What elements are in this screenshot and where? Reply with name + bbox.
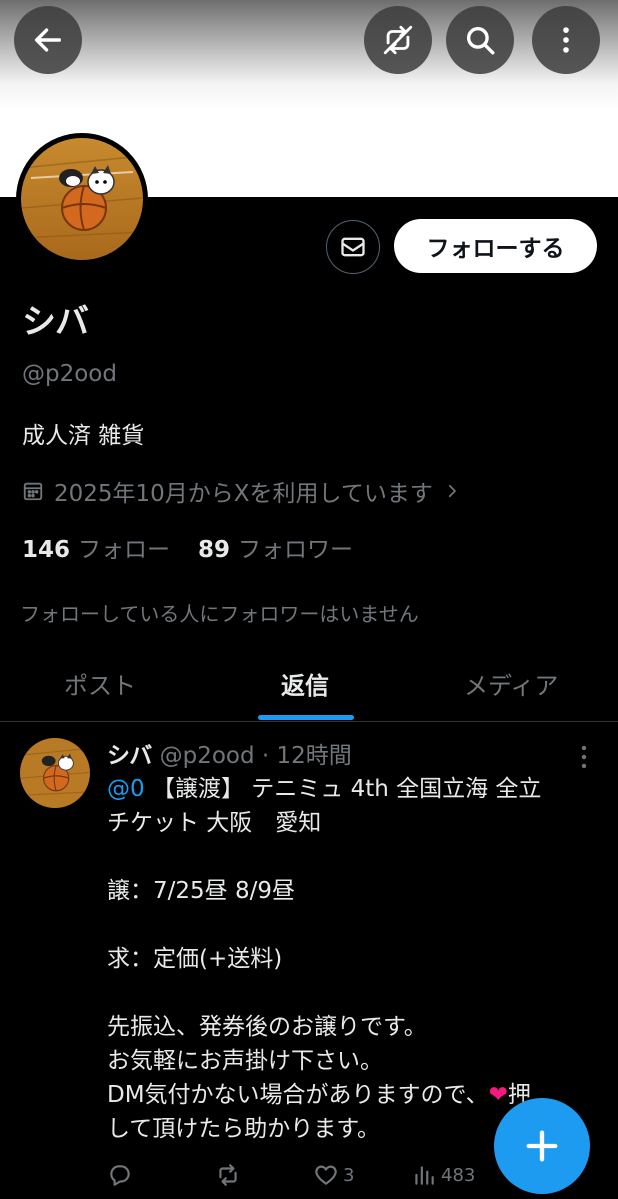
heart-icon <box>315 1165 337 1185</box>
followers-count: 89 <box>198 537 231 563</box>
post-more-icon[interactable] <box>572 742 596 772</box>
post-line: チケット 大阪 愛知 <box>107 810 322 836</box>
chevron-right-icon <box>448 484 456 498</box>
handle: @p2ood <box>22 361 117 387</box>
post-meta: @p2ood · 12時間 <box>159 743 352 769</box>
display-name: シバ <box>22 302 89 342</box>
more-vertical-icon <box>563 27 569 53</box>
post-line: 【譲渡】 テニミュ 4th 全国立海 全立 <box>144 776 542 802</box>
avatar-image <box>21 138 143 260</box>
reply-button[interactable] <box>107 1162 133 1188</box>
tab-replies[interactable]: 返信 <box>281 666 329 701</box>
repost-icon <box>219 1164 237 1186</box>
tab-media[interactable]: メディア <box>464 666 558 701</box>
follow-button[interactable]: フォローする <box>394 219 597 273</box>
profile-tabs: ポスト 返信 メディア <box>0 646 618 722</box>
post-line: お気軽にお声掛け下さい。 <box>107 1048 383 1074</box>
followers-link[interactable]: 89 フォロワー <box>198 530 353 564</box>
mutual-followers-note: フォローしている人にフォロワーはいません <box>20 602 419 626</box>
post-line: DM気付かない場合がありますので、 <box>107 1082 489 1108</box>
compose-post-button[interactable] <box>494 1098 590 1194</box>
search-button[interactable] <box>446 6 514 74</box>
avatar-image <box>20 738 90 808</box>
message-button[interactable] <box>326 220 380 274</box>
following-link[interactable]: 146 フォロー <box>22 530 170 564</box>
plus-icon <box>526 1130 558 1162</box>
post-line: 求：定価(+送料) <box>107 946 283 972</box>
views-button[interactable]: 483 <box>411 1162 475 1188</box>
more-options-button[interactable] <box>532 6 600 74</box>
search-icon <box>466 26 495 55</box>
post-line: 先振込、発券後のお譲りです。 <box>107 1014 427 1040</box>
like-count: 3 <box>343 1164 355 1186</box>
arrow-left-icon <box>34 28 62 52</box>
bio: 成人済 雑貨 <box>22 423 145 449</box>
view-count: 483 <box>441 1164 476 1186</box>
turn-off-reposts-button[interactable] <box>364 6 432 74</box>
calendar-icon <box>23 482 43 501</box>
joined-text: 2025年10月からXを利用しています <box>54 481 433 507</box>
post-header: シバ @p2ood · 12時間 <box>107 736 352 770</box>
heart-emoji-icon: ❤ <box>488 1082 508 1108</box>
reply-icon <box>110 1165 130 1186</box>
retweet-off-icon <box>383 25 413 55</box>
mail-icon <box>341 237 365 257</box>
profile-avatar[interactable] <box>16 133 148 265</box>
post-author-name[interactable]: シバ <box>107 743 152 769</box>
back-button[interactable] <box>14 6 82 74</box>
like-button[interactable]: 3 <box>313 1162 354 1188</box>
post-text: @0 【譲渡】 テニミュ 4th 全国立海 全立 チケット 大阪 愛知 譲：7/… <box>107 772 597 1146</box>
following-label: フォロー <box>78 537 171 563</box>
active-tab-indicator <box>258 715 354 720</box>
mention-link[interactable]: @0 <box>107 776 145 802</box>
joined-date-link[interactable]: 2025年10月からXを利用しています <box>22 474 461 508</box>
following-count: 146 <box>22 537 71 563</box>
post-avatar[interactable] <box>20 738 90 808</box>
tab-posts[interactable]: ポスト <box>64 666 136 701</box>
follow-stats: 146 フォロー 89 フォロワー <box>22 530 353 564</box>
repost-button[interactable] <box>215 1162 241 1188</box>
followers-label: フォロワー <box>238 537 354 563</box>
bar-chart-icon <box>415 1166 434 1185</box>
post-line: 譲：7/25昼 8/9昼 <box>107 878 295 904</box>
